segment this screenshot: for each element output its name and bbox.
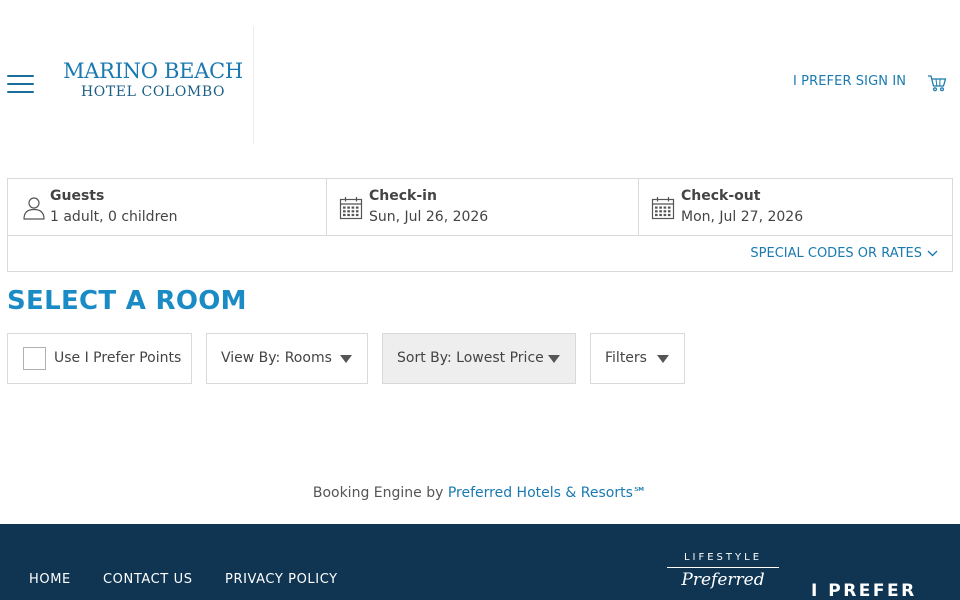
credit-prefix: Booking Engine by: [312, 485, 448, 501]
cart-icon[interactable]: [927, 74, 947, 92]
signin-link[interactable]: I PREFER SIGN IN: [793, 74, 906, 89]
menu-icon[interactable]: [7, 73, 34, 93]
footer-home-link[interactable]: HOME: [29, 572, 71, 587]
lifestyle-preferred-logo[interactable]: LIFESTYLE Preferred: [664, 552, 782, 600]
checkout-value: Mon, Jul 27, 2026: [681, 209, 804, 225]
logo-line1: MARINO BEACH: [63, 59, 243, 83]
use-points-toggle[interactable]: Use I Prefer Points: [7, 333, 192, 384]
guests-selector[interactable]: Guests 1 adult, 0 children: [8, 179, 327, 236]
iprefer-logo[interactable]: I PREFER: [811, 581, 917, 600]
site-header: MARINO BEACH HOTEL COLOMBO I PREFER SIGN…: [0, 0, 960, 165]
chevron-down-icon: [927, 250, 938, 257]
caret-down-icon: [340, 355, 352, 363]
view-by-dropdown[interactable]: View By: Rooms: [206, 333, 368, 384]
points-label: Use I Prefer Points: [54, 350, 182, 366]
booking-engine-credit: Booking Engine by Preferred Hotels & Res…: [0, 485, 960, 501]
checkout-label: Check-out: [681, 188, 761, 204]
page-title: SELECT A ROOM: [7, 286, 247, 316]
lp-logo-line1: LIFESTYLE: [683, 552, 763, 563]
calendar-icon: [339, 197, 363, 220]
lp-logo-line2: Preferred: [681, 570, 765, 590]
preferred-hotels-link[interactable]: Preferred Hotels & Resorts℠: [448, 485, 647, 501]
points-checkbox[interactable]: [23, 347, 46, 370]
header-divider: [253, 26, 254, 144]
booking-panel: Guests 1 adult, 0 children Check-in Sun,…: [7, 178, 953, 272]
logo-line2: HOTEL COLOMBO: [80, 84, 226, 100]
footer-privacy-link[interactable]: PRIVACY POLICY: [225, 572, 338, 587]
sort-by-label: Sort By: Lowest Price: [397, 350, 544, 366]
footer-contact-link[interactable]: CONTACT US: [103, 572, 193, 587]
site-footer: HOME CONTACT US PRIVACY POLICY LIFESTYLE…: [0, 524, 960, 600]
special-codes-label: SPECIAL CODES OR RATES: [750, 246, 922, 261]
person-icon: [23, 197, 45, 220]
caret-down-icon: [548, 355, 560, 363]
hotel-logo[interactable]: MARINO BEACH HOTEL COLOMBO: [62, 58, 244, 106]
sort-by-dropdown[interactable]: Sort By: Lowest Price: [382, 333, 576, 384]
checkin-selector[interactable]: Check-in Sun, Jul 26, 2026: [327, 179, 639, 236]
booking-fields: Guests 1 adult, 0 children Check-in Sun,…: [8, 179, 952, 236]
guests-label: Guests: [50, 188, 105, 204]
checkin-value: Sun, Jul 26, 2026: [369, 209, 489, 225]
caret-down-icon: [657, 355, 669, 363]
filters-label: Filters: [605, 350, 647, 366]
lp-logo-rule: [667, 567, 779, 568]
special-codes-toggle[interactable]: SPECIAL CODES OR RATES: [750, 246, 938, 261]
guests-value: 1 adult, 0 children: [50, 209, 178, 225]
filters-dropdown[interactable]: Filters: [590, 333, 685, 384]
calendar-icon: [651, 197, 675, 220]
checkin-label: Check-in: [369, 188, 437, 204]
checkout-selector[interactable]: Check-out Mon, Jul 27, 2026: [639, 179, 952, 236]
view-by-label: View By: Rooms: [221, 350, 332, 366]
